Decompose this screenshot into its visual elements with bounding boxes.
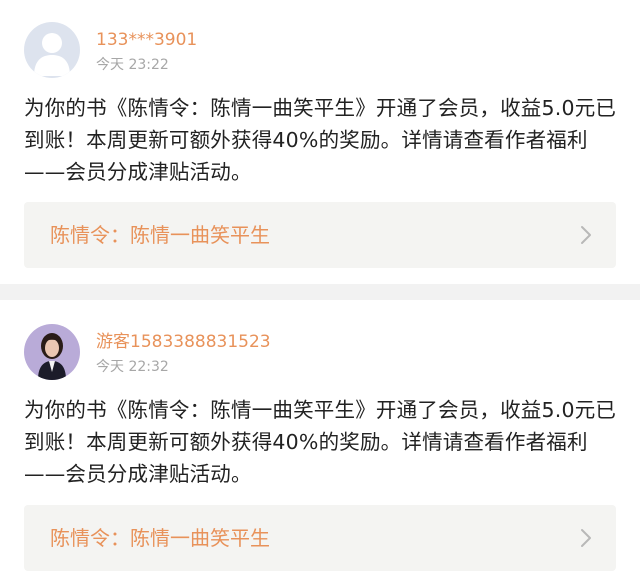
timestamp: 今天 23:22 [96, 57, 169, 73]
default-user-icon [24, 22, 80, 78]
chevron-right-icon [581, 529, 591, 547]
book-link[interactable]: 陈情令：陈情一曲笑平生 [24, 202, 616, 268]
username[interactable]: 游客1583388831523 [96, 331, 271, 353]
avatar[interactable] [24, 324, 80, 380]
book-title: 陈情令：陈情一曲笑平生 [50, 526, 270, 550]
notification-card: 133***3901 今天 23:22 为你的书《陈情令：陈情一曲笑平生》开通了… [0, 0, 640, 284]
book-link[interactable]: 陈情令：陈情一曲笑平生 [24, 505, 616, 571]
book-title: 陈情令：陈情一曲笑平生 [50, 223, 270, 247]
notification-message: 为你的书《陈情令：陈情一曲笑平生》开通了会员，收益5.0元已到账！本周更新可额外… [24, 398, 617, 486]
user-photo-avatar [24, 324, 80, 380]
section-divider [0, 284, 640, 300]
avatar[interactable] [24, 22, 80, 78]
username[interactable]: 133***3901 [96, 29, 197, 51]
timestamp: 今天 22:32 [96, 359, 169, 375]
chevron-right-icon [581, 226, 591, 244]
notification-message: 为你的书《陈情令：陈情一曲笑平生》开通了会员，收益5.0元已到账！本周更新可额外… [24, 96, 617, 184]
notification-card: 游客1583388831523 今天 22:32 为你的书《陈情令：陈情一曲笑平… [0, 300, 640, 575]
